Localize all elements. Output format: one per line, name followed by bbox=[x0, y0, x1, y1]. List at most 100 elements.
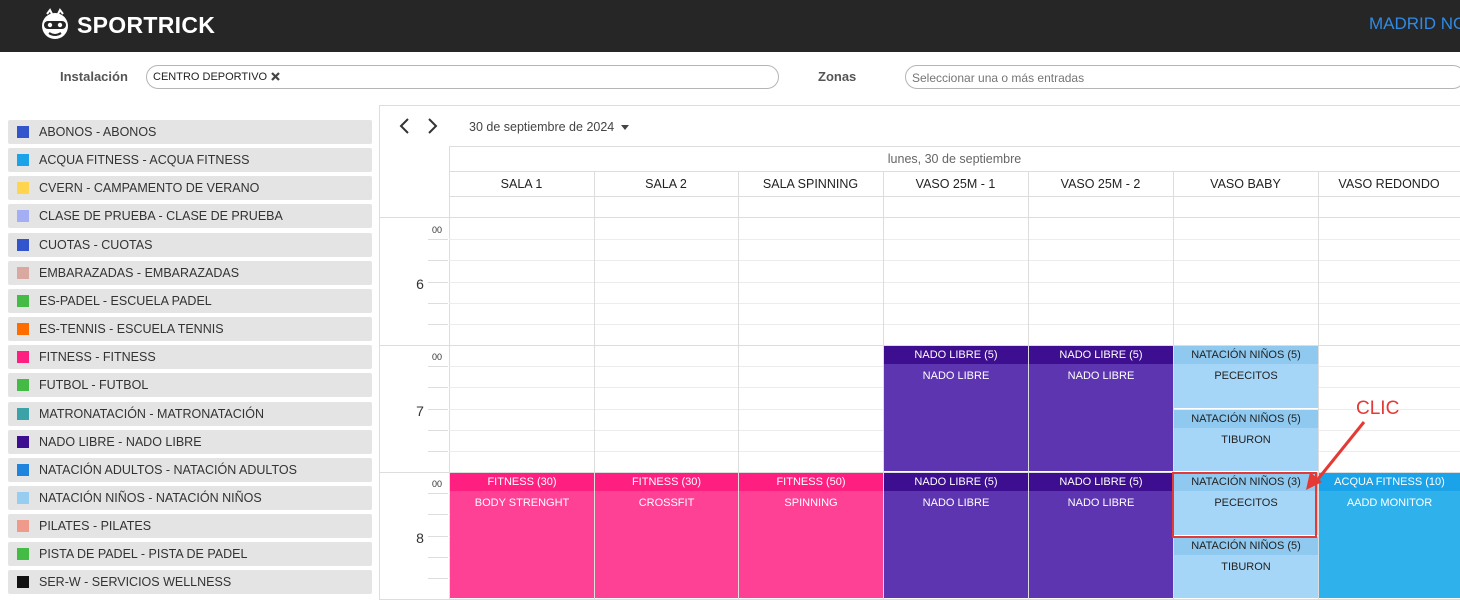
time-tick bbox=[428, 408, 448, 410]
legend-item[interactable]: CUOTAS - CUOTAS bbox=[8, 232, 372, 257]
prev-day-button[interactable] bbox=[396, 116, 414, 136]
time-tick bbox=[428, 324, 448, 325]
time-tick bbox=[428, 556, 448, 558]
legend-color-swatch bbox=[17, 210, 29, 223]
event-title: NADO LIBRE (5) bbox=[1029, 346, 1173, 364]
brand-name: SPORTRICK bbox=[77, 11, 216, 38]
event-title: FITNESS (30) bbox=[595, 473, 738, 491]
date-picker[interactable]: 30 de septiembre de 2024 bbox=[469, 120, 630, 134]
event-name: NADO LIBRE bbox=[1067, 497, 1135, 509]
event-name: NADO LIBRE bbox=[922, 497, 990, 509]
calendar-event[interactable]: NATACIÓN NIÑOS (5) TIBURON bbox=[1174, 409, 1318, 471]
legend-item[interactable]: ES-PADEL - ESCUELA PADEL bbox=[8, 288, 372, 313]
legend-item[interactable]: EMBARAZADAS - EMBARAZADAS bbox=[8, 260, 372, 285]
resource-header[interactable]: VASO BABY bbox=[1173, 177, 1318, 193]
grid-line bbox=[449, 281, 1460, 283]
calendar-event[interactable]: NATACIÓN NIÑOS (5) PECECITOS bbox=[1174, 346, 1318, 408]
calendar-event[interactable]: FITNESS (30) CROSSFIT bbox=[595, 473, 738, 598]
legend-item[interactable]: NATACIÓN ADULTOS - NATACIÓN ADULTOS bbox=[8, 457, 372, 482]
calendar-event[interactable]: NATACIÓN NIÑOS (5) TIBURON bbox=[1174, 536, 1318, 598]
event-name: SPINNING bbox=[784, 497, 838, 509]
hour-label: 8 bbox=[416, 530, 424, 546]
remove-tag-icon[interactable] bbox=[269, 70, 282, 83]
calendar-event[interactable]: NADO LIBRE (5) NADO LIBRE bbox=[884, 473, 1028, 598]
legend-item-label: NATACIÓN NIÑOS - NATACIÓN NIÑOS bbox=[39, 490, 262, 505]
legend-item[interactable]: FUTBOL - FUTBOL bbox=[8, 373, 372, 398]
grid-line bbox=[449, 302, 1460, 304]
installation-select[interactable]: CENTRO DEPORTIVO bbox=[146, 65, 779, 89]
legend-item-label: ES-PADEL - ESCUELA PADEL bbox=[39, 293, 212, 308]
event-name: PECECITOS bbox=[1214, 370, 1278, 382]
calendar-event[interactable]: NADO LIBRE (5) NADO LIBRE bbox=[1029, 346, 1173, 471]
calendar-event[interactable]: NADO LIBRE (5) NADO LIBRE bbox=[884, 346, 1028, 471]
time-tick bbox=[428, 451, 448, 452]
legend-item[interactable]: CVERN - CAMPAMENTO DE VERANO bbox=[8, 176, 372, 201]
grid-line bbox=[449, 239, 1460, 241]
calendar-event[interactable]: NADO LIBRE (5) NADO LIBRE bbox=[1029, 473, 1173, 598]
calendar-event[interactable]: FITNESS (50) SPINNING bbox=[739, 473, 883, 598]
installation-label: Instalación bbox=[60, 69, 128, 84]
time-tick bbox=[428, 302, 448, 304]
resource-header[interactable]: VASO 25M - 1 bbox=[883, 177, 1028, 193]
legend-color-swatch bbox=[17, 491, 29, 504]
event-name: CROSSFIT bbox=[638, 497, 695, 509]
legend-item[interactable]: ES-TENNIS - ESCUELA TENNIS bbox=[8, 317, 372, 342]
resource-header[interactable]: SALA 2 bbox=[594, 177, 738, 193]
time-tick bbox=[428, 578, 448, 579]
event-name: NADO LIBRE bbox=[1067, 370, 1135, 382]
time-tick bbox=[428, 387, 448, 389]
legend-color-swatch bbox=[17, 126, 29, 138]
grid-line bbox=[449, 260, 1460, 262]
annotation-arrow-icon bbox=[1306, 421, 1366, 490]
time-tick bbox=[428, 493, 448, 495]
legend-item[interactable]: ACQUA FITNESS - ACQUA FITNESS bbox=[8, 148, 372, 173]
installation-tag: CENTRO DEPORTIVO bbox=[153, 70, 282, 83]
zones-select[interactable]: Seleccionar una o más entradas bbox=[905, 65, 1460, 89]
grid-line bbox=[379, 217, 1460, 218]
legend-item-label: NATACIÓN ADULTOS - NATACIÓN ADULTOS bbox=[39, 462, 297, 477]
time-tick bbox=[428, 535, 448, 537]
location-selector[interactable]: MADRID NO bbox=[1369, 14, 1460, 34]
time-tick bbox=[428, 429, 448, 431]
legend-item-label: EMBARAZADAS - EMBARAZADAS bbox=[39, 265, 240, 280]
legend-color-swatch bbox=[17, 266, 29, 279]
calendar-event[interactable]: NATACIÓN NIÑOS (3) PECECITOS bbox=[1174, 473, 1318, 535]
event-title: NADO LIBRE (5) bbox=[1029, 473, 1173, 491]
legend-item[interactable]: MATRONATACIÓN - MATRONATACIÓN bbox=[8, 401, 372, 426]
minute-label: 00 bbox=[432, 479, 443, 489]
legend-color-swatch bbox=[17, 435, 29, 448]
caret-down-icon bbox=[621, 124, 630, 130]
hour-label: 7 bbox=[416, 403, 424, 419]
grid-line bbox=[449, 171, 1460, 172]
legend-color-swatch bbox=[17, 351, 29, 364]
legend-item[interactable]: ABONOS - ABONOS bbox=[8, 120, 372, 144]
legend-item[interactable]: NATACIÓN NIÑOS - NATACIÓN NIÑOS bbox=[8, 485, 372, 510]
legend-item-label: NADO LIBRE - NADO LIBRE bbox=[39, 434, 202, 449]
resource-header[interactable]: SALA 1 bbox=[449, 177, 594, 193]
legend-item[interactable]: CLASE DE PRUEBA - CLASE DE PRUEBA bbox=[8, 204, 372, 229]
legend-item-label: MATRONATACIÓN - MATRONATACIÓN bbox=[39, 406, 264, 421]
legend-color-swatch bbox=[17, 238, 29, 251]
legend-item[interactable]: FITNESS - FITNESS bbox=[8, 345, 372, 370]
event-name: NADO LIBRE bbox=[922, 370, 990, 382]
legend-item[interactable]: NADO LIBRE - NADO LIBRE bbox=[8, 429, 372, 454]
resource-header[interactable]: VASO REDONDO bbox=[1318, 177, 1460, 193]
legend-item-label: CVERN - CAMPAMENTO DE VERANO bbox=[39, 181, 260, 196]
legend-item[interactable]: PISTA DE PADEL - PISTA DE PADEL bbox=[8, 542, 372, 567]
resource-header[interactable]: SALA SPINNING bbox=[738, 177, 883, 193]
brand-logo[interactable]: SPORTRICK bbox=[38, 8, 215, 42]
calendar-event[interactable]: FITNESS (30) BODY STRENGHT bbox=[450, 473, 594, 598]
grid-line bbox=[449, 196, 1460, 197]
next-day-button[interactable] bbox=[423, 116, 441, 136]
event-title: NADO LIBRE (5) bbox=[884, 346, 1028, 364]
event-title: NATACIÓN NIÑOS (5) bbox=[1174, 536, 1318, 555]
legend-item-label: PISTA DE PADEL - PISTA DE PADEL bbox=[39, 547, 248, 562]
event-title: NADO LIBRE (5) bbox=[884, 473, 1028, 491]
legend-item[interactable]: SER-W - SERVICIOS WELLNESS bbox=[8, 570, 372, 595]
legend-color-swatch bbox=[17, 520, 29, 533]
resource-header[interactable]: VASO 25M - 2 bbox=[1028, 177, 1173, 193]
event-title: FITNESS (30) bbox=[450, 473, 594, 491]
time-tick bbox=[428, 260, 448, 262]
legend-item[interactable]: PILATES - PILATES bbox=[8, 514, 372, 539]
event-title: NATACIÓN NIÑOS (3) bbox=[1174, 473, 1318, 491]
